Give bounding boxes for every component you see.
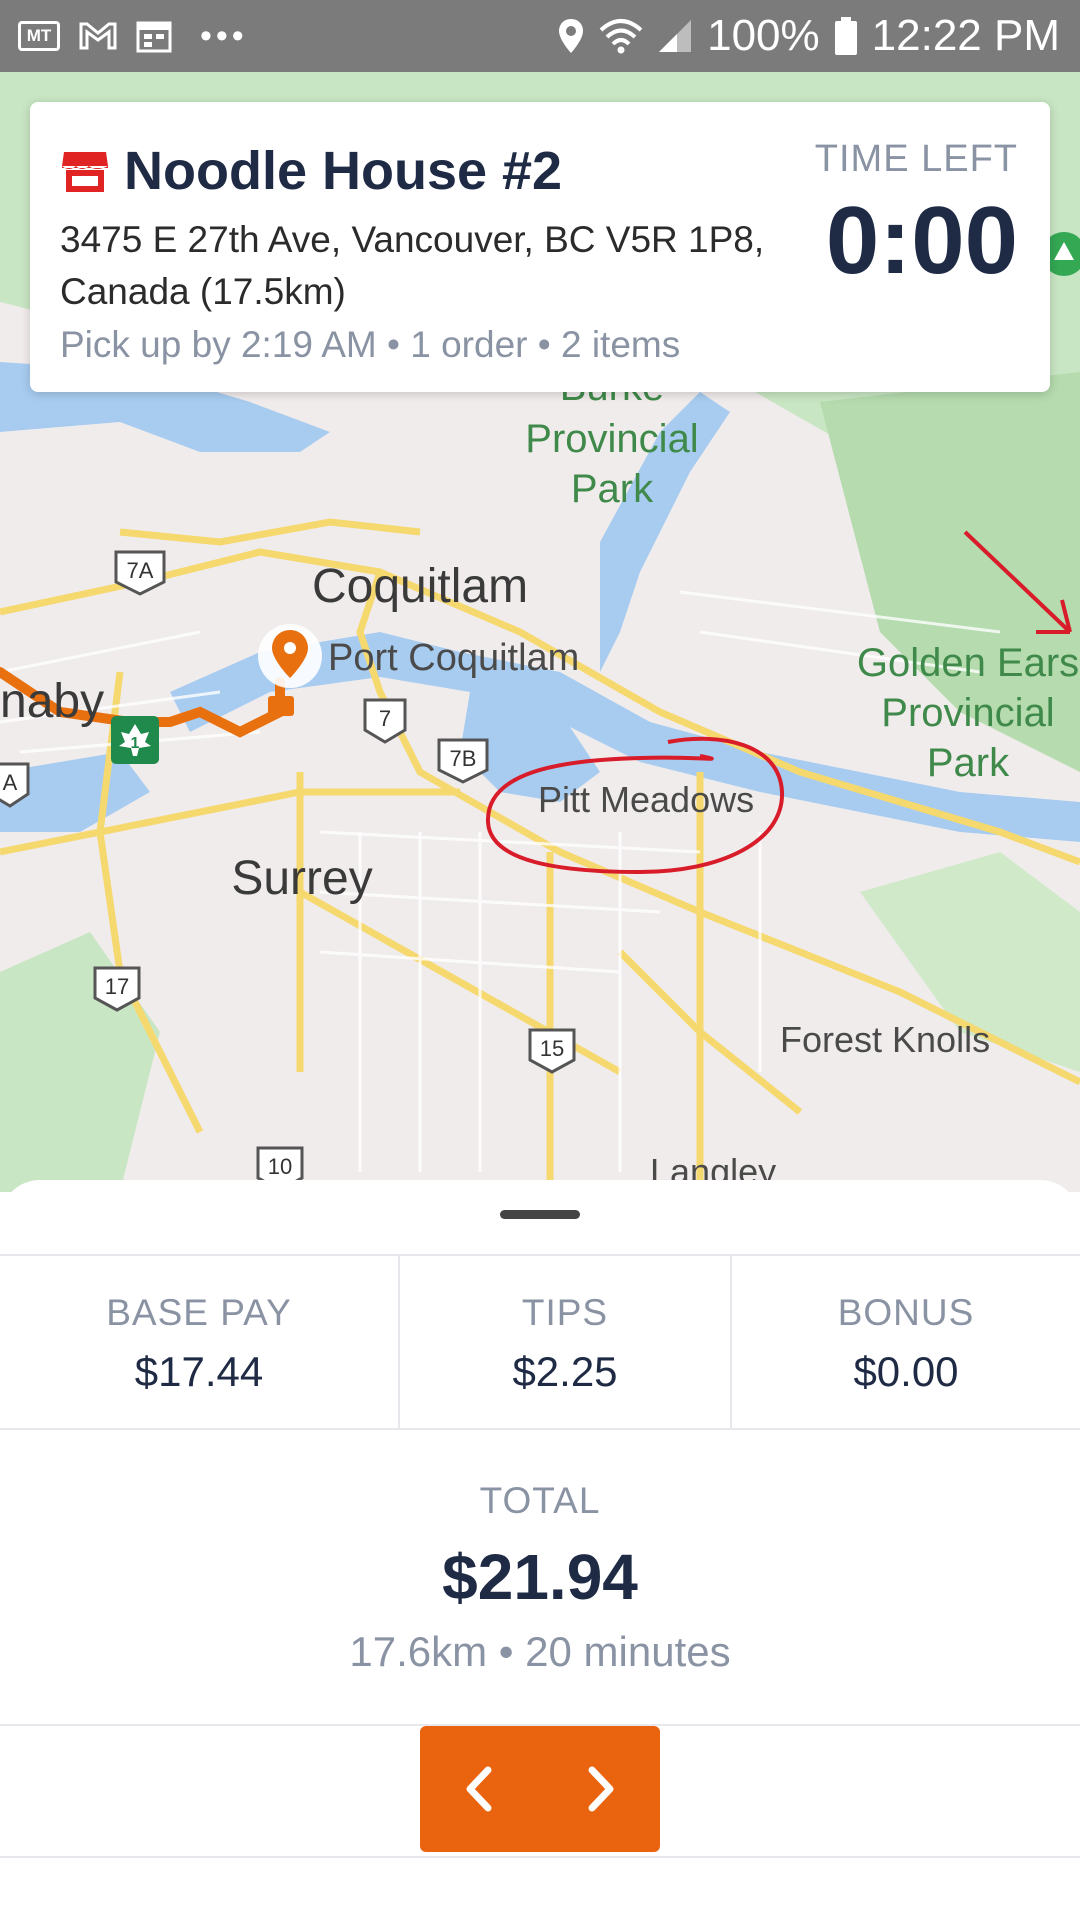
tips-label: TIPS	[521, 1292, 609, 1333]
shield-10: 10	[268, 1154, 292, 1179]
map-label-golden-park: Park	[927, 741, 1010, 785]
shield-a: A	[3, 770, 18, 795]
time-left-label: TIME LEFT	[814, 138, 1018, 180]
earnings-sheet[interactable]: BASE PAY $17.44 TIPS $2.25 BONUS $0.00 T…	[0, 1180, 1080, 1920]
chevron-right-icon[interactable]	[570, 1759, 630, 1819]
store-icon	[62, 152, 108, 192]
shield-1: 1	[131, 735, 140, 752]
more-dots-icon: •••	[200, 16, 248, 55]
total-label: TOTAL	[479, 1480, 601, 1521]
shield-15: 15	[540, 1036, 564, 1061]
total-value: $21.94	[442, 1541, 638, 1613]
time-left: TIME LEFT 0:00	[815, 138, 1018, 291]
map-label-coquitlam: Coquitlam	[312, 560, 528, 613]
map-route-end-marker	[268, 696, 294, 716]
sheet-drag-handle[interactable]	[500, 1210, 580, 1219]
map-label-surrey: Surrey	[231, 852, 372, 905]
calendar-icon	[136, 19, 172, 53]
wifi-icon	[599, 18, 643, 54]
offer-pager-button[interactable]	[420, 1726, 660, 1852]
mt-delivered-icon: MT	[18, 21, 60, 51]
shield-7b: 7B	[450, 746, 477, 771]
shield-7a: 7A	[127, 558, 154, 583]
gmail-icon	[78, 20, 118, 52]
map-label-port-coquitlam: Port Coquitlam	[328, 637, 579, 679]
store-name: Noodle House #2	[124, 141, 563, 201]
bonus-label: BONUS	[837, 1292, 975, 1333]
signal-icon	[657, 18, 693, 54]
bonus-cell: BONUS $0.00	[730, 1256, 1080, 1428]
store-address: 3475 E 27th Ave, Vancouver, BC V5R 1P8, …	[60, 219, 765, 312]
map-label-park: Park	[571, 467, 654, 511]
order-info-card[interactable]: Noodle House #2 3475 E 27th Ave, Vancouv…	[30, 102, 1050, 392]
chevron-left-icon[interactable]	[450, 1759, 510, 1819]
clock: 12:22 PM	[871, 11, 1060, 60]
tips-value: $2.25	[512, 1348, 618, 1395]
total-distance-duration: 17.6km • 20 minutes	[349, 1628, 731, 1675]
pickup-details: Pick up by 2:19 AM • 1 order • 2 items	[60, 324, 681, 365]
shield-7: 7	[379, 706, 391, 731]
base-pay-cell: BASE PAY $17.44	[0, 1256, 398, 1428]
base-pay-value: $17.44	[134, 1348, 264, 1395]
map-label-golden-provincial: Provincial	[881, 691, 1054, 735]
map-label-burnaby: naby	[0, 675, 104, 728]
shield-17: 17	[105, 974, 129, 999]
map-pin-dot	[284, 642, 296, 654]
map-label-golden-ears: Golden Ears	[857, 641, 1079, 685]
base-pay-label: BASE PAY	[106, 1292, 292, 1333]
map-label-provincial: Provincial	[525, 417, 698, 461]
battery-percent: 100%	[707, 11, 820, 60]
status-bar: MT ••• 100% 12:22 PM	[0, 0, 1080, 72]
pay-breakdown: BASE PAY $17.44 TIPS $2.25 BONUS $0.00	[0, 1254, 1080, 1430]
bonus-value: $0.00	[853, 1348, 959, 1395]
location-icon	[557, 17, 585, 55]
battery-icon	[834, 16, 858, 56]
time-left-value: 0:00	[825, 187, 1018, 294]
offer-navigation	[0, 1724, 1080, 1858]
map-label-forest-knolls: Forest Knolls	[780, 1019, 990, 1060]
map-label-pitt-meadows: Pitt Meadows	[538, 779, 754, 820]
total-section: TOTAL $21.94 17.6km • 20 minutes	[0, 1480, 1080, 1676]
tips-cell: TIPS $2.25	[398, 1256, 730, 1428]
